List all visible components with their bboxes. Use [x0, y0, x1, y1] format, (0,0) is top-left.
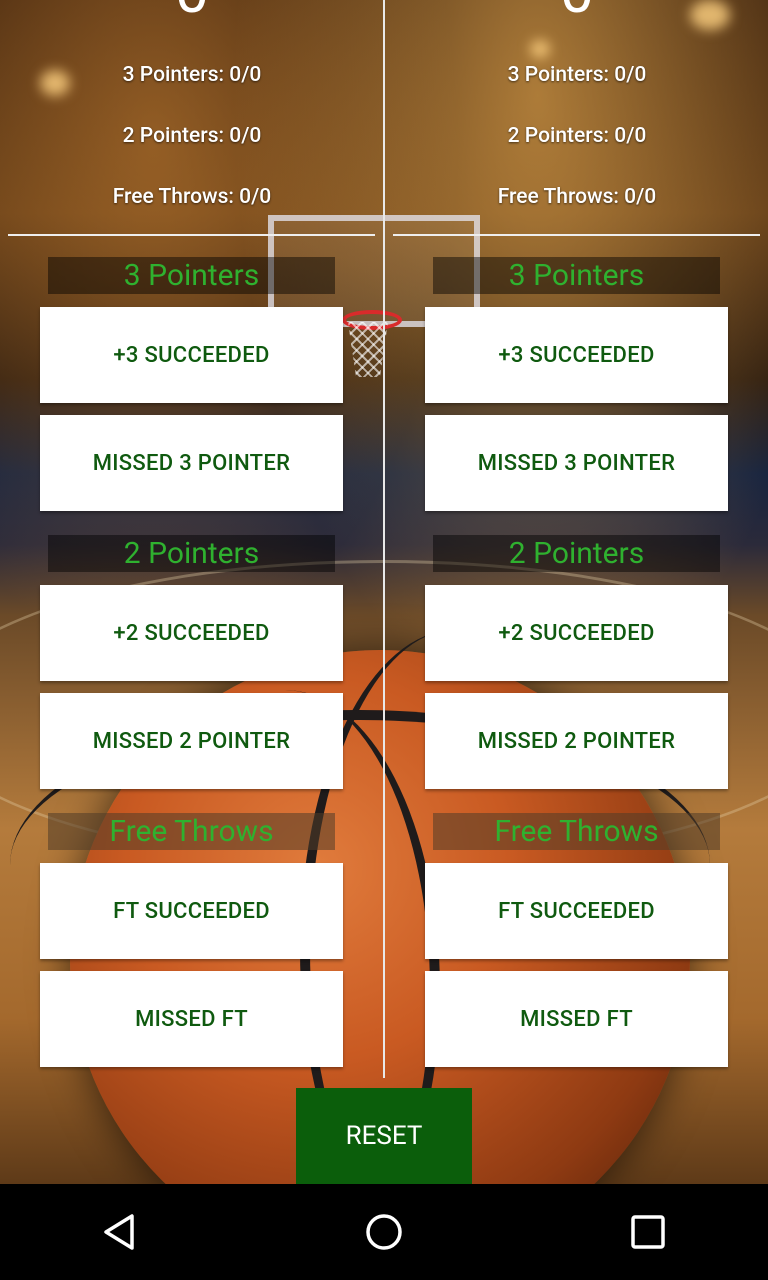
- team-b-score: 0: [385, 0, 768, 22]
- team-b-free-throws-title: Free Throws: [433, 813, 720, 850]
- team-a-stats-divider: [8, 234, 375, 236]
- team-b-free-throw-stat: Free Throws: 0/0: [497, 185, 657, 209]
- team-a-three-succeeded-button[interactable]: +3 SUCCEEDED: [40, 307, 343, 403]
- team-b-two-pointers-title: 2 Pointers: [433, 535, 720, 572]
- team-a-ft-missed-button[interactable]: MISSED FT: [40, 971, 343, 1067]
- team-a-panel: 0 3 Pointers: 0/0 2 Pointers: 0/0 Free T…: [0, 0, 384, 1078]
- team-a-two-pointers-title: 2 Pointers: [48, 535, 335, 572]
- team-b-ft-succeeded-button[interactable]: FT SUCCEEDED: [425, 863, 728, 959]
- reset-button[interactable]: RESET: [296, 1088, 472, 1184]
- recents-button[interactable]: [588, 1184, 708, 1280]
- team-b-two-pointer-stat: 2 Pointers: 0/0: [507, 124, 647, 148]
- home-button[interactable]: [324, 1184, 444, 1280]
- team-a-score: 0: [0, 0, 384, 22]
- team-b-two-succeeded-button[interactable]: +2 SUCCEEDED: [425, 585, 728, 681]
- team-a-two-succeeded-button[interactable]: +2 SUCCEEDED: [40, 585, 343, 681]
- team-b-ft-missed-button[interactable]: MISSED FT: [425, 971, 728, 1067]
- team-b-panel: 0 3 Pointers: 0/0 2 Pointers: 0/0 Free T…: [385, 0, 768, 1078]
- team-b-stats-divider: [393, 234, 760, 236]
- system-navigation-bar: [0, 1184, 768, 1280]
- team-a-ft-succeeded-button[interactable]: FT SUCCEEDED: [40, 863, 343, 959]
- team-a-two-missed-button[interactable]: MISSED 2 POINTER: [40, 693, 343, 789]
- team-b-two-missed-button[interactable]: MISSED 2 POINTER: [425, 693, 728, 789]
- team-b-three-succeeded-button[interactable]: +3 SUCCEEDED: [425, 307, 728, 403]
- team-b-three-pointers-title: 3 Pointers: [433, 257, 720, 294]
- team-b-three-missed-button[interactable]: MISSED 3 POINTER: [425, 415, 728, 511]
- back-triangle-icon: [104, 1214, 134, 1250]
- team-a-free-throw-stat: Free Throws: 0/0: [112, 185, 272, 209]
- back-button[interactable]: [60, 1184, 180, 1280]
- team-a-three-pointer-stat: 3 Pointers: 0/0: [122, 63, 262, 87]
- team-a-three-pointers-title: 3 Pointers: [48, 257, 335, 294]
- home-circle-icon: [366, 1214, 402, 1250]
- team-a-two-pointer-stat: 2 Pointers: 0/0: [122, 124, 262, 148]
- team-a-free-throws-title: Free Throws: [48, 813, 335, 850]
- team-b-three-pointer-stat: 3 Pointers: 0/0: [507, 63, 647, 87]
- recents-square-icon: [631, 1215, 665, 1249]
- team-a-three-missed-button[interactable]: MISSED 3 POINTER: [40, 415, 343, 511]
